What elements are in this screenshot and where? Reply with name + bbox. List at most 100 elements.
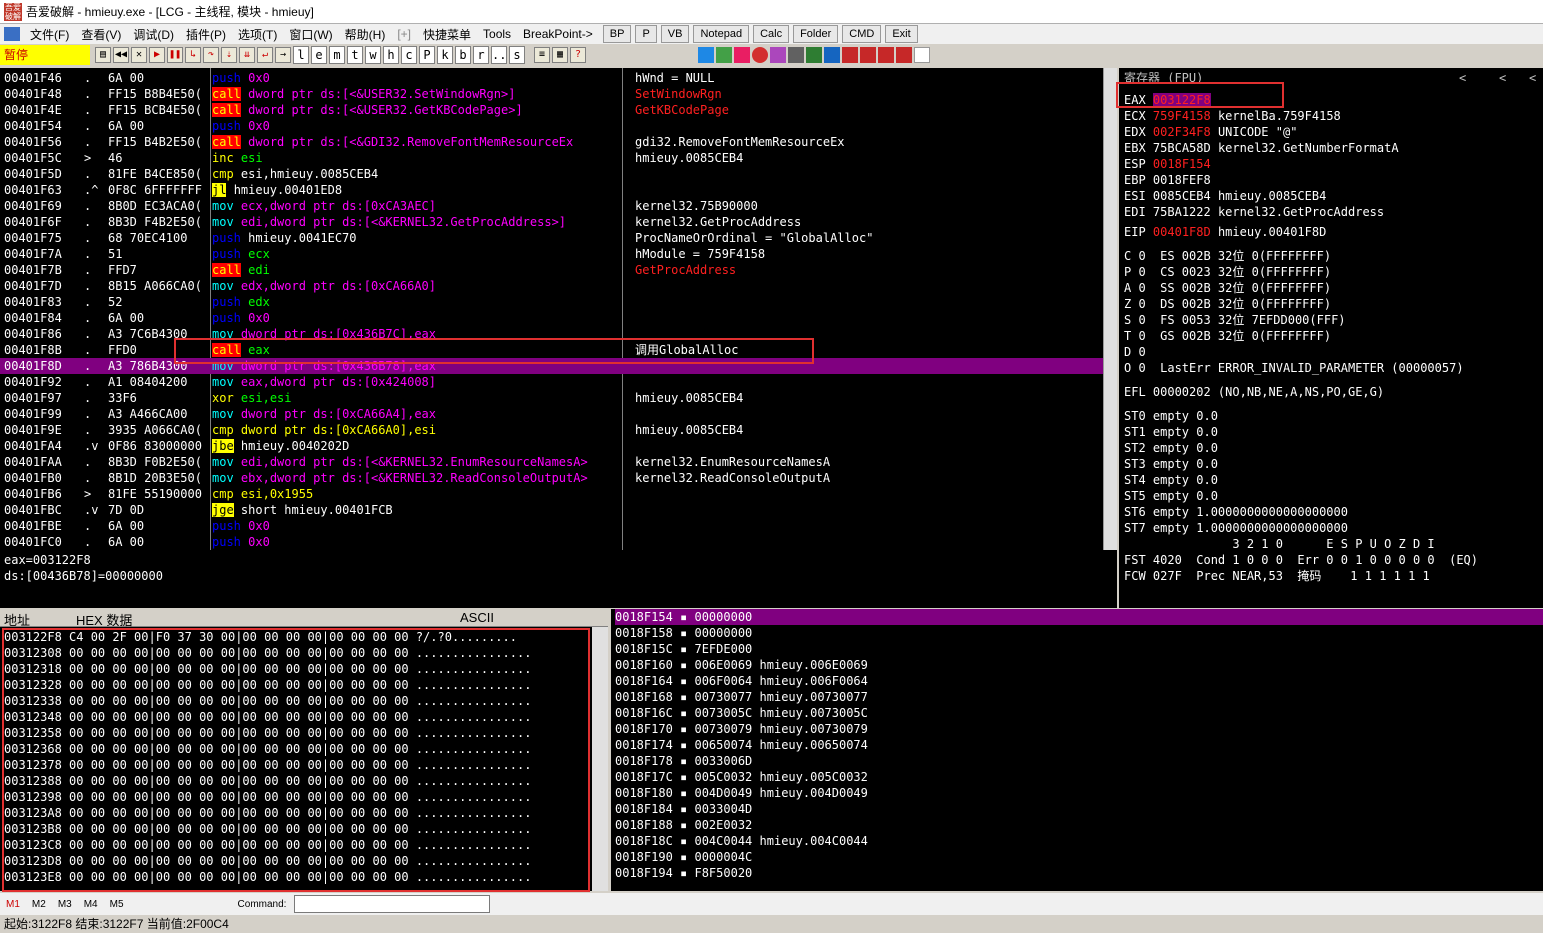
disasm-row[interactable]: 00401F7D. 8B15 A066CA0(mov edx,dword ptr …: [0, 278, 1103, 294]
plugin-jie-icon[interactable]: [896, 47, 912, 63]
stack-row[interactable]: 0018F160 ▪ 006E0069 hmieuy.006E0069: [615, 657, 1543, 673]
rewind-icon[interactable]: ◀◀: [113, 47, 129, 63]
flag-row[interactable]: A 0 SS 002B 32位 0(FFFFFFFF): [1124, 280, 1331, 296]
window-w-button[interactable]: w: [365, 46, 381, 64]
tool-p-button[interactable]: P: [635, 25, 657, 43]
tool-calc-button[interactable]: Calc: [753, 25, 790, 43]
stack-row[interactable]: 0018F154 ▪ 00000000: [615, 609, 1543, 625]
menu-shortcut[interactable]: 快捷菜单: [417, 26, 477, 43]
disasm-row[interactable]: 00401F83. 52 push edx: [0, 294, 1103, 310]
window-s-button[interactable]: s: [509, 46, 525, 64]
fpu-row[interactable]: ST5 empty 0.0: [1124, 488, 1218, 504]
fpu-row[interactable]: ST4 empty 0.0: [1124, 472, 1218, 488]
fpu-row[interactable]: ST1 empty 0.0: [1124, 424, 1218, 440]
dump-col-ascii[interactable]: ASCII: [460, 610, 494, 625]
disassembly-pane[interactable]: 00401F46. 6A 00 push 0x0 hWnd = NULL 00401F4…: [0, 68, 1103, 550]
fpu-row[interactable]: ST0 empty 0.0: [1124, 408, 1218, 424]
window-e-button[interactable]: e: [311, 46, 327, 64]
register-edi[interactable]: EDI 75BA1222 kernel32.GetProcAddress: [1124, 204, 1384, 220]
register-esi[interactable]: ESI 0085CEB4 hmieuy.0085CEB4: [1124, 188, 1326, 204]
plugin-ai-icon[interactable]: [860, 47, 876, 63]
menu-window[interactable]: 窗口(W): [283, 26, 338, 43]
blank-icon[interactable]: [914, 47, 930, 63]
help-icon[interactable]: ?: [570, 47, 586, 63]
disasm-row[interactable]: 00401F97. 33F6 xor esi,esi hmieuy.0085CEB4: [0, 390, 1103, 406]
stack-row[interactable]: 0018F170 ▪ 00730079 hmieuy.00730079: [615, 721, 1543, 737]
stack-pane[interactable]: 0018F154 ▪ 00000000 0018F158 ▪ 00000000 …: [611, 609, 1543, 891]
disasm-row[interactable]: 00401F56. FF15 B4B2E50(call dword ptr ds:…: [0, 134, 1103, 150]
menu-breakpoint[interactable]: BreakPoint->: [517, 27, 599, 41]
stack-row[interactable]: 0018F164 ▪ 006F0064 hmieuy.006F0064: [615, 673, 1543, 689]
disasm-row[interactable]: 00401FA4 .v 0F86 83000000 jbe hmieuy.004020…: [0, 438, 1103, 454]
disasm-row[interactable]: 00401F48. FF15 B8B4E50(call dword ptr ds:…: [0, 86, 1103, 102]
mark-m4[interactable]: M4: [84, 899, 98, 910]
stack-row[interactable]: 0018F174 ▪ 00650074 hmieuy.00650074: [615, 737, 1543, 753]
menu-plugins[interactable]: 插件(P): [180, 26, 232, 43]
stack-row[interactable]: 0018F180 ▪ 004D0049 hmieuy.004D0049: [615, 785, 1543, 801]
flag-row[interactable]: T 0 GS 002B 32位 0(FFFFFFFF): [1124, 328, 1331, 344]
close-icon[interactable]: ✕: [131, 47, 147, 63]
stack-row[interactable]: 0018F16C ▪ 0073005C hmieuy.0073005C: [615, 705, 1543, 721]
menu-view[interactable]: 查看(V): [75, 26, 127, 43]
fpu-row[interactable]: ST6 empty 1.0000000000000000000: [1124, 504, 1348, 520]
fpu-row[interactable]: ST2 empty 0.0: [1124, 440, 1218, 456]
step-into-icon[interactable]: ↳: [185, 47, 201, 63]
tool-vb-button[interactable]: VB: [660, 25, 690, 43]
disasm-row[interactable]: 00401F5D. 81FE B4CE850(cmp esi,hmieuy.008…: [0, 166, 1103, 182]
plugin-c-icon[interactable]: [752, 47, 768, 63]
menu-debug[interactable]: 调试(D): [127, 26, 180, 43]
register-ebx[interactable]: EBX 75BCA58D kernel32.GetNumberFormatA: [1124, 140, 1399, 156]
window-l-button[interactable]: l: [293, 46, 309, 64]
disasm-row[interactable]: 00401F46. 6A 00 push 0x0 hWnd = NULL: [0, 70, 1103, 86]
step-over-icon[interactable]: ↷: [203, 47, 219, 63]
stack-row[interactable]: 0018F188 ▪ 002E0032: [615, 817, 1543, 833]
disasm-row[interactable]: 00401FB6 >81FE 55190000 cmp esi,0x1955: [0, 486, 1103, 502]
mark-m3[interactable]: M3: [58, 899, 72, 910]
trace-into-icon[interactable]: ⇣: [221, 47, 237, 63]
window-c-button[interactable]: c: [401, 46, 417, 64]
flag-row[interactable]: S 0 FS 0053 32位 7EFDD000(FFF): [1124, 312, 1346, 328]
menu-options[interactable]: 选项(T): [232, 26, 283, 43]
fpu-row[interactable]: ST7 empty 1.0000000000000000000: [1124, 520, 1348, 536]
fpu-row[interactable]: ST3 empty 0.0: [1124, 456, 1218, 472]
flag-row[interactable]: Z 0 DS 002B 32位 0(FFFFFFFF): [1124, 296, 1331, 312]
menu-tools[interactable]: Tools: [477, 27, 517, 41]
grid-icon[interactable]: ▦: [552, 47, 568, 63]
goto-icon[interactable]: →: [275, 47, 291, 63]
stack-row[interactable]: 0018F18C ▪ 004C0044 hmieuy.004C0044: [615, 833, 1543, 849]
register-ebp[interactable]: EBP 0018FEF8: [1124, 172, 1218, 188]
execute-till-return-icon[interactable]: ↵: [257, 47, 273, 63]
tool-exit-button[interactable]: Exit: [885, 25, 918, 43]
run-icon[interactable]: ▶: [149, 47, 165, 63]
window-t-button[interactable]: t: [347, 46, 363, 64]
command-input[interactable]: [294, 895, 491, 913]
disasm-row[interactable]: 00401FAA. 8B3D F0B2E50(mov edi,dword ptr …: [0, 454, 1103, 470]
plugin-po-icon[interactable]: [878, 47, 894, 63]
disasm-row[interactable]: 00401F69. 8B0D EC3ACA0(mov ecx,dword ptr …: [0, 198, 1103, 214]
mark-m5[interactable]: M5: [110, 899, 124, 910]
disasm-row[interactable]: 00401F84. 6A 00 push 0x0: [0, 310, 1103, 326]
flag-row[interactable]: O 0 LastErr ERROR_INVALID_PARAMETER (000…: [1124, 360, 1464, 376]
plugin-b-icon[interactable]: [734, 47, 750, 63]
menu-plus[interactable]: [+]: [391, 27, 417, 41]
disasm-row[interactable]: 00401F5C >46 inc esi hmieuy.0085CEB4: [0, 150, 1103, 166]
plugin-f-icon[interactable]: [806, 47, 822, 63]
open-icon[interactable]: ▤: [95, 47, 111, 63]
mark-m1[interactable]: M1: [6, 899, 20, 910]
disasm-row[interactable]: 00401FB0. 8B1D 20B3E50(mov ebx,dword ptr …: [0, 470, 1103, 486]
disasm-row[interactable]: 00401F9E. 3935 A066CA0(cmp dword ptr ds:[…: [0, 422, 1103, 438]
disasm-row[interactable]: 00401F7A. 51 push ecx hModule = 759F4158: [0, 246, 1103, 262]
plugin-e-icon[interactable]: [788, 47, 804, 63]
disasm-row[interactable]: 00401F75. 68 70EC4100 push hmieuy.0041EC70…: [0, 230, 1103, 246]
stack-row[interactable]: 0018F178 ▪ 0033006D: [615, 753, 1543, 769]
tool-notepad-button[interactable]: Notepad: [693, 25, 750, 43]
stack-row[interactable]: 0018F158 ▪ 00000000: [615, 625, 1543, 641]
stack-row[interactable]: 0018F168 ▪ 00730077 hmieuy.00730077: [615, 689, 1543, 705]
window-h-button[interactable]: h: [383, 46, 399, 64]
disassembly-scrollbar[interactable]: [1103, 68, 1117, 550]
disasm-row[interactable]: 00401F6F. 8B3D F4B2E50(mov edi,dword ptr …: [0, 214, 1103, 230]
plugin-wu-icon[interactable]: [842, 47, 858, 63]
disasm-row[interactable]: 00401F54. 6A 00 push 0x0: [0, 118, 1103, 134]
registers-nav-1[interactable]: <: [1459, 70, 1466, 86]
tool-cmd-button[interactable]: CMD: [842, 25, 882, 43]
